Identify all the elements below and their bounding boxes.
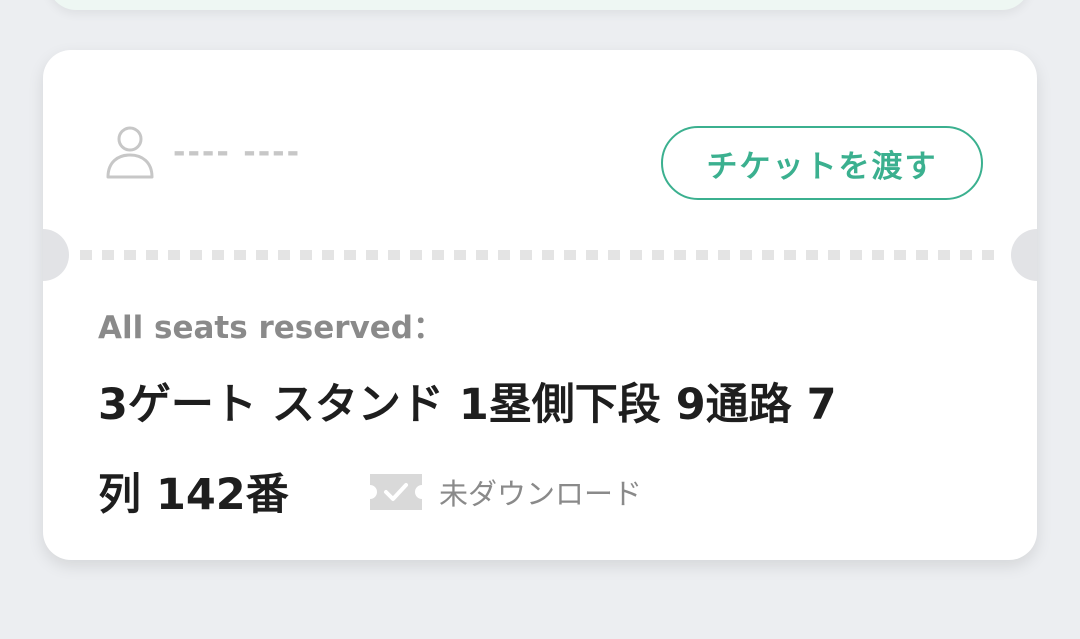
download-status: 未ダウンロード <box>370 472 642 512</box>
person-icon <box>106 126 154 179</box>
ticket-notch-left <box>43 229 69 281</box>
ticket-holder: ---- ---- <box>105 124 301 180</box>
transfer-ticket-button[interactable]: チケットを渡す <box>661 126 983 200</box>
ticket-check-icon <box>370 474 422 510</box>
seat-caption: All seats reserved： <box>98 310 444 346</box>
download-status-label: 未ダウンロード <box>439 477 643 511</box>
ticket-notch-right <box>1011 229 1037 281</box>
ticket-card: ---- ---- チケットを渡す All seats reserved： 3ゲ… <box>43 50 1037 560</box>
previous-card-edge <box>48 0 1030 10</box>
holder-name: ---- ---- <box>173 134 302 170</box>
perforation-divider <box>80 250 1002 260</box>
seat-info: 3ゲート スタンド 1塁側下段 9通路 7 列 142番 <box>98 360 978 540</box>
seat-line-1: 3ゲート スタンド 1塁側下段 9通路 7 <box>98 380 837 430</box>
